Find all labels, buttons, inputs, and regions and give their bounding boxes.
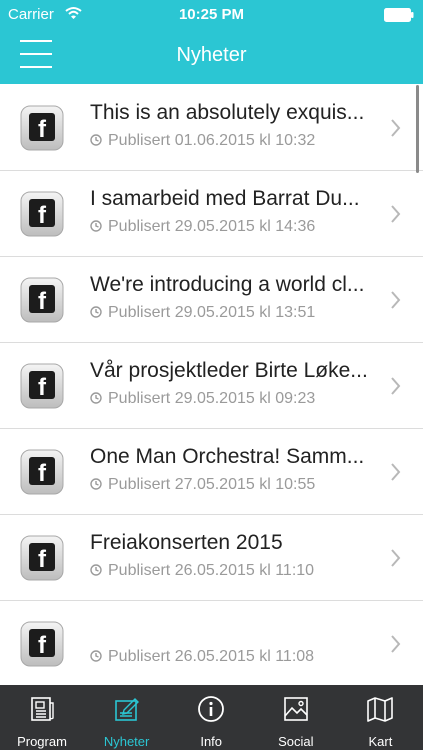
- chevron-right-icon: [391, 549, 401, 567]
- svg-text:f: f: [38, 116, 47, 143]
- facebook-icon: f: [20, 621, 64, 667]
- chevron-right-icon: [391, 291, 401, 309]
- clock-icon: [90, 133, 102, 146]
- facebook-icon: f: [20, 535, 64, 581]
- scroll-indicator[interactable]: [416, 85, 419, 173]
- news-meta: Publisert 29.05.2015 kl 14:36: [90, 218, 315, 236]
- svg-text:f: f: [38, 374, 47, 401]
- facebook-icon: f: [20, 363, 64, 409]
- facebook-icon: f: [20, 449, 64, 495]
- news-published: Publisert 01.06.2015 kl 10:32: [108, 132, 316, 149]
- chevron-right-icon: [391, 635, 401, 653]
- chevron-right-icon: [391, 463, 401, 481]
- chevron-right-icon: [391, 205, 401, 223]
- chevron-right-icon: [391, 119, 401, 137]
- tab-program[interactable]: Program: [0, 685, 84, 750]
- news-title: We're introducing a world cl...: [90, 273, 365, 296]
- clock-icon: [90, 477, 102, 490]
- svg-text:f: f: [38, 460, 47, 487]
- svg-text:f: f: [38, 632, 47, 659]
- clock-icon: [90, 219, 102, 232]
- news-list-item[interactable]: f One Man Orchestra! Samm... Publisert 27.…: [0, 429, 423, 515]
- tab-social[interactable]: Social: [254, 685, 338, 750]
- news-meta: Publisert 27.05.2015 kl 10:55: [90, 476, 315, 494]
- clock-icon: [90, 305, 102, 318]
- tab-label: Info: [200, 734, 223, 749]
- news-meta: Publisert 01.06.2015 kl 10:32: [90, 132, 315, 150]
- battery-icon: [384, 8, 414, 22]
- tab-nyheter[interactable]: Nyheter: [85, 685, 169, 750]
- news-list-item[interactable]: f We're introducing a world cl... Publiser…: [0, 257, 423, 343]
- news-meta: Publisert 29.05.2015 kl 13:51: [90, 304, 315, 322]
- news-list-item[interactable]: f I samarbeid med Barrat Du... Publisert 2…: [0, 171, 423, 257]
- facebook-icon: f: [20, 105, 64, 151]
- facebook-icon: f: [20, 277, 64, 323]
- clock-icon: [90, 391, 102, 404]
- chevron-right-icon: [391, 377, 401, 395]
- news-title: Freiakonserten 2015: [90, 531, 283, 554]
- tab-bar: Program Nyheter Info Social Kart: [0, 685, 423, 750]
- news-meta: Publisert 29.05.2015 kl 09:23: [90, 390, 315, 408]
- svg-text:f: f: [38, 546, 47, 573]
- svg-text:f: f: [38, 202, 47, 229]
- news-title: Vår prosjektleder Birte Løke...: [90, 359, 368, 382]
- clock-icon: [90, 649, 102, 662]
- tab-label: Nyheter: [103, 734, 150, 749]
- news-list-item[interactable]: f Publisert 26.05.2015 kl 11:08: [0, 601, 423, 685]
- news-list[interactable]: f This is an absolutely exquis... Publiser…: [0, 85, 423, 685]
- news-published: Publisert 26.05.2015 kl 11:08: [108, 648, 315, 665]
- news-title: One Man Orchestra! Samm...: [90, 445, 365, 468]
- app-header: Carrier 10:25 PM Nyheter: [0, 0, 423, 84]
- news-meta: Publisert 26.05.2015 kl 11:08: [90, 648, 314, 666]
- status-bar: Carrier 10:25 PM: [0, 0, 423, 30]
- status-time: 10:25 PM: [178, 6, 245, 23]
- news-meta: Publisert 26.05.2015 kl 11:10: [90, 562, 314, 580]
- news-title: I samarbeid med Barrat Du...: [90, 187, 360, 210]
- tab-label: Kart: [368, 734, 393, 749]
- tab-kart[interactable]: Kart: [338, 685, 422, 750]
- news-published: Publisert 29.05.2015 kl 09:23: [108, 390, 316, 407]
- news-list-item[interactable]: f Vår prosjektleder Birte Løke... Publiser…: [0, 343, 423, 429]
- news-published: Publisert 27.05.2015 kl 10:55: [108, 476, 316, 493]
- tab-info[interactable]: Info: [169, 685, 253, 750]
- page-title: Nyheter: [176, 44, 247, 66]
- news-published: Publisert 26.05.2015 kl 11:10: [108, 562, 315, 579]
- tab-label: Program: [17, 734, 67, 749]
- tab-label: Social: [278, 734, 314, 749]
- clock-icon: [90, 563, 102, 576]
- news-published: Publisert 29.05.2015 kl 14:36: [108, 218, 316, 235]
- facebook-icon: f: [20, 191, 64, 237]
- news-published: Publisert 29.05.2015 kl 13:51: [108, 304, 316, 321]
- news-list-item[interactable]: f Freiakonserten 2015 Publisert 26.05.2015…: [0, 515, 423, 601]
- news-title: This is an absolutely exquis...: [90, 101, 365, 124]
- news-list-item[interactable]: f This is an absolutely exquis... Publiser…: [0, 85, 423, 171]
- svg-text:f: f: [38, 288, 47, 315]
